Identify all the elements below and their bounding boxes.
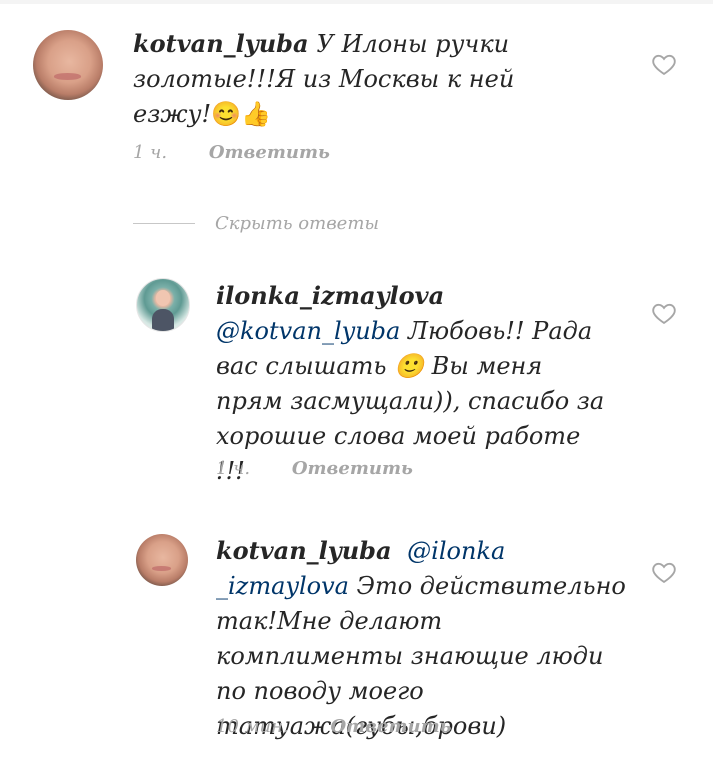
- comment-meta: 1 ч. Ответить: [133, 142, 330, 163]
- hide-replies-toggle[interactable]: Скрыть ответы: [133, 210, 379, 236]
- reply-button[interactable]: Ответить: [330, 716, 451, 737]
- comment-time: 1 ч.: [133, 142, 168, 163]
- heart-outline-icon[interactable]: [650, 299, 678, 327]
- divider-line: [133, 222, 195, 224]
- comment-username[interactable]: kotvan_lyuba: [133, 29, 309, 58]
- comment-username[interactable]: ilonka_izmaylova: [216, 281, 444, 310]
- reply-button[interactable]: Ответить: [209, 142, 330, 163]
- comment-mention[interactable]: @kotvan_lyuba: [216, 317, 400, 345]
- reply-button[interactable]: Ответить: [292, 458, 413, 479]
- comment-text: kotvan_lyuba @ilonka _izmaylova Это дейс…: [216, 533, 636, 744]
- comment-time: 1 ч.: [216, 458, 251, 479]
- comment-username[interactable]: kotvan_lyuba: [216, 536, 392, 565]
- comment-emoji: 😊👍: [211, 100, 271, 128]
- avatar[interactable]: [33, 30, 103, 100]
- heart-outline-icon[interactable]: [650, 50, 678, 78]
- heart-outline-icon[interactable]: [650, 558, 678, 586]
- avatar[interactable]: [136, 278, 190, 332]
- avatar[interactable]: [136, 534, 188, 586]
- comment-time: 10 мин.: [216, 716, 289, 737]
- top-divider: [0, 0, 713, 4]
- comment-text: kotvan_lyuba У Илоны ручки золотые!!!Я из…: [133, 26, 533, 132]
- hide-replies-label: Скрыть ответы: [215, 212, 380, 234]
- comment-meta: 10 мин. Ответить: [216, 716, 452, 737]
- comment-meta: 1 ч. Ответить: [216, 458, 413, 479]
